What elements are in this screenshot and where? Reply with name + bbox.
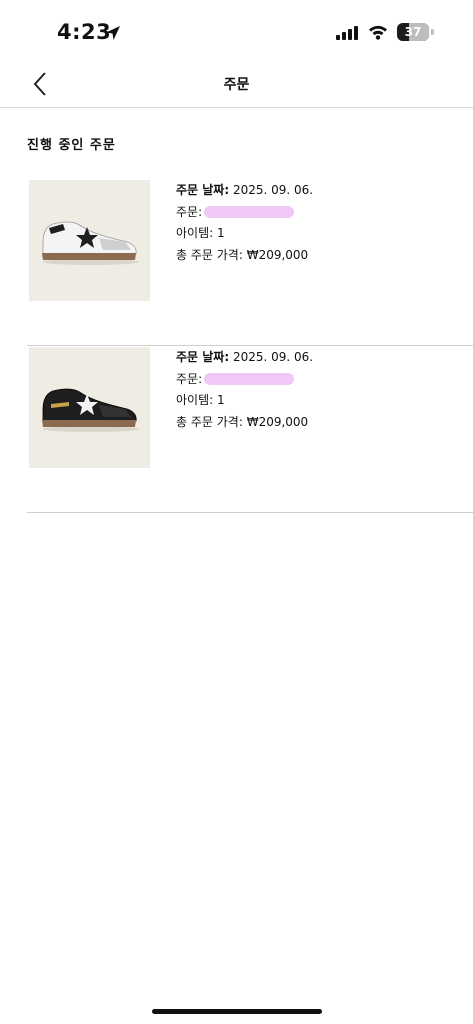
wifi-icon (369, 25, 387, 40)
battery-indicator: 37 (397, 23, 429, 41)
product-thumbnail[interactable] (29, 347, 150, 468)
location-arrow-icon (106, 26, 120, 40)
order-date: 2025. 09. 06. (232, 350, 314, 364)
item-count-label: 아이템: (176, 393, 214, 407)
item-count: 1 (217, 226, 225, 240)
order-item[interactable]: 주문 날짜: 2025. 09. 06. 주문: 아이템: 1 총 주문 가격:… (0, 347, 473, 513)
divider (27, 345, 473, 346)
battery-percent: 37 (404, 25, 422, 39)
order-item[interactable]: 주문 날짜: 2025. 09. 06. 주문: 아이템: 1 총 주문 가격:… (0, 180, 473, 346)
order-number-label: 주문: (176, 204, 203, 219)
total-price-label: 총 주문 가격: (176, 247, 243, 262)
product-thumbnail[interactable] (29, 180, 150, 301)
item-count-label: 아이템: (176, 226, 214, 240)
shoe-sole (42, 420, 136, 427)
home-indicator[interactable] (152, 1009, 322, 1014)
shoe-sole (42, 253, 136, 260)
battery-cap (431, 29, 434, 35)
item-count: 1 (217, 393, 225, 407)
order-info: 주문 날짜: 2025. 09. 06. 주문: 아이템: 1 총 주문 가격:… (176, 180, 313, 266)
order-date-label: 주문 날짜: (176, 183, 230, 197)
navigation-bar: 주문 (0, 62, 473, 108)
sneaker-icon (42, 221, 139, 265)
total-price: ₩209,000 (246, 247, 309, 262)
order-date-label: 주문 날짜: (176, 350, 230, 364)
section-title: 진행 중인 주문 (27, 138, 116, 153)
total-price: ₩209,000 (246, 414, 309, 429)
order-date: 2025. 09. 06. (232, 183, 314, 197)
sneaker-icon (42, 388, 139, 432)
total-price-label: 총 주문 가격: (176, 414, 243, 429)
order-info: 주문 날짜: 2025. 09. 06. 주문: 아이템: 1 총 주문 가격:… (176, 347, 313, 433)
order-number-label: 주문: (176, 371, 203, 386)
status-bar: 4:23 37 (0, 0, 473, 62)
redacted-order-number (204, 373, 295, 385)
page-title: 주문 (223, 77, 250, 93)
cellular-signal-icon (336, 26, 358, 40)
redacted-order-number (204, 206, 295, 218)
divider (27, 512, 473, 513)
